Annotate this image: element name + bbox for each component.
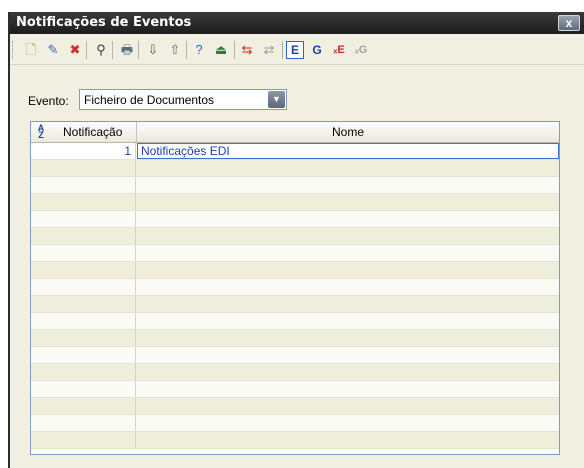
print-icon[interactable]: 🖶 bbox=[118, 41, 136, 59]
cell-notification[interactable] bbox=[31, 364, 136, 380]
toolbar-separator bbox=[186, 41, 187, 59]
find-icon[interactable]: ⚲ bbox=[92, 41, 110, 59]
table-row[interactable] bbox=[31, 313, 559, 330]
table-row[interactable]: 1 Notificações EDI bbox=[31, 143, 559, 160]
event-dropdown-value: Ficheiro de Documentos bbox=[84, 93, 215, 107]
remove-e-icon[interactable]: ₓE bbox=[330, 41, 348, 59]
help-icon[interactable]: ? bbox=[190, 41, 208, 59]
cell-notification[interactable] bbox=[31, 296, 136, 312]
notifications-grid[interactable]: AZ Notificação Nome 1 Notificações EDI bbox=[30, 121, 560, 455]
cell-notification[interactable] bbox=[31, 415, 136, 431]
table-row[interactable] bbox=[31, 330, 559, 347]
cell-name[interactable] bbox=[137, 245, 559, 261]
table-row[interactable] bbox=[31, 347, 559, 364]
table-row[interactable] bbox=[31, 296, 559, 313]
cell-name[interactable]: Notificações EDI bbox=[137, 143, 559, 159]
cell-notification[interactable] bbox=[31, 347, 136, 363]
exit-icon[interactable]: ⏏ bbox=[212, 41, 230, 59]
cell-name[interactable] bbox=[137, 160, 559, 176]
cell-name[interactable] bbox=[137, 415, 559, 431]
import-icon[interactable]: ⇩ bbox=[144, 41, 162, 59]
cell-notification[interactable] bbox=[31, 398, 136, 414]
cell-notification[interactable]: 1 bbox=[31, 143, 136, 159]
delete-icon[interactable]: ✖ bbox=[66, 41, 84, 59]
table-row[interactable] bbox=[31, 160, 559, 177]
table-row[interactable] bbox=[31, 279, 559, 296]
new-icon[interactable]: 🗋 bbox=[22, 41, 40, 59]
table-row[interactable] bbox=[31, 177, 559, 194]
cell-notification[interactable] bbox=[31, 313, 136, 329]
cell-notification[interactable] bbox=[31, 194, 136, 210]
cell-notification[interactable] bbox=[31, 381, 136, 397]
window-title: Notificações de Eventos bbox=[16, 15, 192, 30]
toolbar-separator bbox=[86, 41, 87, 59]
cell-name[interactable] bbox=[137, 432, 559, 448]
cell-name[interactable] bbox=[137, 398, 559, 414]
table-row[interactable] bbox=[31, 415, 559, 432]
table-row[interactable] bbox=[31, 245, 559, 262]
toolbar-separator bbox=[234, 41, 235, 59]
g-mode-icon[interactable]: G bbox=[308, 41, 326, 59]
cell-name[interactable] bbox=[137, 330, 559, 346]
cell-name[interactable] bbox=[137, 194, 559, 210]
move-left-icon[interactable]: ⇆ bbox=[238, 41, 256, 59]
cell-name[interactable] bbox=[137, 364, 559, 380]
close-icon: x bbox=[565, 16, 573, 30]
cell-notification[interactable] bbox=[31, 262, 136, 278]
cell-name[interactable] bbox=[137, 279, 559, 295]
remove-g-icon[interactable]: ₓG bbox=[352, 41, 370, 59]
cell-notification[interactable] bbox=[31, 177, 136, 193]
title-bar[interactable]: Notificações de Eventos x bbox=[10, 12, 584, 34]
toolbar: 🗋 ✎ ✖ ⚲ 🖶 ⇩ ⇧? ⏏ ⇆ ⇄ E GₓE ₓG bbox=[10, 36, 584, 65]
toolbar-separator bbox=[138, 41, 139, 59]
cell-name[interactable] bbox=[137, 262, 559, 278]
cell-name[interactable] bbox=[137, 228, 559, 244]
table-row[interactable] bbox=[31, 432, 559, 449]
column-header-notification[interactable]: AZ Notificação bbox=[31, 122, 137, 142]
cell-notification[interactable] bbox=[31, 211, 136, 227]
cell-name[interactable] bbox=[137, 296, 559, 312]
grid-header: AZ Notificação Nome bbox=[31, 122, 559, 143]
column-header-name-label: Nome bbox=[331, 125, 364, 139]
grid-rows: 1 Notificações EDI bbox=[31, 143, 559, 449]
table-row[interactable] bbox=[31, 364, 559, 381]
toolbar-separator bbox=[282, 41, 283, 59]
table-row[interactable] bbox=[31, 194, 559, 211]
table-row[interactable] bbox=[31, 398, 559, 415]
column-header-name[interactable]: Nome bbox=[137, 122, 559, 142]
sort-az-icon[interactable]: AZ bbox=[35, 124, 47, 140]
e-mode-icon[interactable]: E bbox=[286, 41, 304, 59]
cell-notification[interactable] bbox=[31, 228, 136, 244]
toolbar-separator bbox=[112, 41, 113, 59]
cell-name[interactable] bbox=[137, 211, 559, 227]
cell-notification[interactable] bbox=[31, 160, 136, 176]
column-header-notification-label: Notificação bbox=[63, 125, 123, 139]
table-row[interactable] bbox=[31, 228, 559, 245]
move-right-icon[interactable]: ⇄ bbox=[260, 41, 278, 59]
cell-notification[interactable] bbox=[31, 245, 136, 261]
cell-notification[interactable] bbox=[31, 279, 136, 295]
close-button[interactable]: x bbox=[558, 15, 580, 31]
edit-icon[interactable]: ✎ bbox=[44, 41, 62, 59]
notification-events-window: Notificações de Eventos x 🗋 ✎ ✖ ⚲ 🖶 ⇩ ⇧? ⏏ ⇆ ⇄ E Gₓ… bbox=[8, 12, 584, 468]
chevron-down-icon[interactable]: ▼ bbox=[268, 91, 285, 108]
toolbar-grip[interactable] bbox=[12, 41, 16, 59]
export-icon[interactable]: ⇧ bbox=[166, 41, 184, 59]
event-dropdown[interactable]: Ficheiro de Documentos ▼ bbox=[79, 89, 287, 110]
cell-name[interactable] bbox=[137, 313, 559, 329]
table-row[interactable] bbox=[31, 211, 559, 228]
cell-name[interactable] bbox=[137, 381, 559, 397]
table-row[interactable] bbox=[31, 381, 559, 398]
cell-notification[interactable] bbox=[31, 330, 136, 346]
cell-name[interactable] bbox=[137, 347, 559, 363]
cell-notification[interactable] bbox=[31, 432, 136, 448]
event-label: Evento: bbox=[28, 94, 69, 108]
cell-name[interactable] bbox=[137, 177, 559, 193]
table-row[interactable] bbox=[31, 262, 559, 279]
